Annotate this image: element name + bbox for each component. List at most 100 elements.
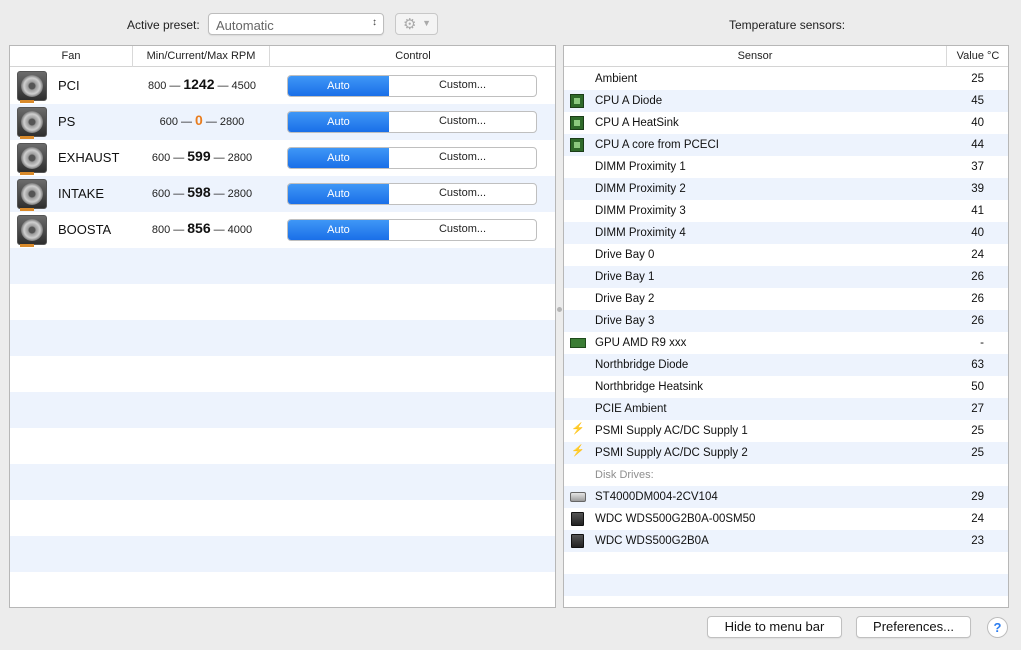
empty-row — [10, 392, 555, 428]
auto-button[interactable]: Auto — [288, 112, 389, 132]
hard-drive-icon — [570, 492, 586, 502]
control-segmented[interactable]: Auto Custom... — [287, 111, 537, 133]
sensor-row[interactable]: ⚡ PSMI Supply AC/DC Supply 2 25 — [564, 442, 1008, 464]
sensor-name: PSMI Supply AC/DC Supply 2 — [595, 447, 748, 459]
rpm-separator: — — [217, 80, 229, 92]
sensor-row[interactable]: WDC WDS500G2B0A-00SM50 24 — [564, 508, 1008, 530]
rpm-max: 4500 — [231, 80, 256, 92]
empty-row — [10, 248, 555, 284]
rpm-readout: 600—599—2800 — [133, 148, 271, 164]
sensor-value: 39 — [971, 183, 984, 195]
sensor-name: DIMM Proximity 1 — [595, 161, 686, 173]
sensors-table-header: Sensor Value °C — [564, 46, 1008, 67]
ssd-drive-icon — [571, 512, 584, 526]
sensor-row[interactable]: CPU A HeatSink 40 — [564, 112, 1008, 134]
sensor-row[interactable]: ⚡ PSMI Supply AC/DC Supply 1 25 — [564, 420, 1008, 442]
sensor-row[interactable]: GPU AMD R9 xxx - — [564, 332, 1008, 354]
column-header-sensor[interactable]: Sensor — [564, 46, 947, 67]
custom-button[interactable]: Custom... — [389, 220, 536, 240]
hide-to-menu-bar-button[interactable]: Hide to menu bar — [707, 616, 842, 638]
sensor-name: Drive Bay 0 — [595, 249, 655, 261]
gear-menu-button[interactable]: ⚙ ▼ — [395, 13, 438, 35]
custom-button[interactable]: Custom... — [389, 148, 536, 168]
fan-row: PS 600—0—2800 Auto Custom... — [10, 104, 555, 140]
sensor-value: 37 — [971, 161, 984, 173]
control-segmented[interactable]: Auto Custom... — [287, 75, 537, 97]
rpm-min: 800 — [148, 80, 167, 92]
auto-button[interactable]: Auto — [288, 184, 389, 204]
fan-row: INTAKE 600—598—2800 Auto Custom... — [10, 176, 555, 212]
sensor-row[interactable]: Drive Bay 2 26 — [564, 288, 1008, 310]
custom-button[interactable]: Custom... — [389, 76, 536, 96]
control-segmented[interactable]: Auto Custom... — [287, 219, 537, 241]
rpm-separator: — — [213, 224, 225, 236]
sensor-row[interactable]: DIMM Proximity 3 41 — [564, 200, 1008, 222]
sensor-name: Northbridge Heatsink — [595, 381, 704, 393]
fan-icon — [17, 143, 47, 175]
rpm-separator: — — [213, 152, 225, 164]
rpm-separator: — — [173, 152, 185, 164]
sensor-row[interactable]: Drive Bay 3 26 — [564, 310, 1008, 332]
sensor-value: 26 — [971, 315, 984, 327]
sensor-row[interactable]: Drive Bay 0 24 — [564, 244, 1008, 266]
sensor-row[interactable]: Northbridge Heatsink 50 — [564, 376, 1008, 398]
empty-row — [564, 574, 1008, 596]
rpm-readout: 800—856—4000 — [133, 220, 271, 236]
control-segmented[interactable]: Auto Custom... — [287, 147, 537, 169]
sensor-value: 27 — [971, 403, 984, 415]
sensor-row[interactable]: DIMM Proximity 1 37 — [564, 156, 1008, 178]
sensor-value: 29 — [971, 491, 984, 503]
splitter-handle[interactable] — [557, 307, 562, 312]
rpm-separator: — — [213, 188, 225, 200]
sensor-row[interactable]: DIMM Proximity 4 40 — [564, 222, 1008, 244]
sensor-row[interactable]: Ambient 25 — [564, 68, 1008, 90]
column-header-value[interactable]: Value °C — [947, 46, 1008, 67]
sensor-name: Ambient — [595, 73, 638, 85]
auto-button[interactable]: Auto — [288, 76, 389, 96]
rpm-separator: — — [181, 116, 193, 128]
custom-button[interactable]: Custom... — [389, 112, 536, 132]
sensor-row[interactable]: Northbridge Diode 63 — [564, 354, 1008, 376]
fan-row: PCI 800—1242—4500 Auto Custom... — [10, 68, 555, 104]
fan-rows: PCI 800—1242—4500 Auto Custom... PS 600—0—280… — [10, 68, 555, 607]
column-header-rpm[interactable]: Min/Current/Max RPM — [133, 46, 270, 67]
sensor-value: 24 — [971, 513, 984, 525]
sensor-name: ST4000DM004-2CV104 — [595, 491, 718, 503]
sensor-row[interactable]: WDC WDS500G2B0A 23 — [564, 530, 1008, 552]
rpm-min: 600 — [159, 116, 179, 128]
column-header-control[interactable]: Control — [270, 46, 555, 67]
rpm-separator: — — [173, 188, 185, 200]
sensor-row[interactable]: PCIE Ambient 27 — [564, 398, 1008, 420]
fan-icon — [17, 215, 47, 247]
empty-row — [10, 536, 555, 572]
sensor-row[interactable]: CPU A Diode 45 — [564, 90, 1008, 112]
sensor-name: DIMM Proximity 3 — [595, 205, 686, 217]
rpm-readout: 800—1242—4500 — [133, 76, 271, 92]
sensor-name: DIMM Proximity 2 — [595, 183, 686, 195]
chevron-down-icon: ▼ — [422, 18, 431, 28]
help-button[interactable]: ? — [987, 617, 1008, 638]
auto-button[interactable]: Auto — [288, 148, 389, 168]
sensor-row[interactable]: CPU A core from PCECI 44 — [564, 134, 1008, 156]
control-segmented[interactable]: Auto Custom... — [287, 183, 537, 205]
rpm-current: 856 — [187, 220, 211, 236]
chevron-updown-icon: ↕ — [372, 17, 377, 28]
preferences-button[interactable]: Preferences... — [856, 616, 971, 638]
sensor-row[interactable]: ST4000DM004-2CV104 29 — [564, 486, 1008, 508]
sensor-name: CPU A core from PCECI — [595, 139, 719, 151]
column-header-fan[interactable]: Fan — [10, 46, 133, 67]
empty-row — [10, 464, 555, 500]
fan-name: PS — [58, 114, 76, 129]
sensor-value: - — [980, 337, 984, 349]
sensor-name: DIMM Proximity 4 — [595, 227, 686, 239]
preset-select[interactable]: Automatic ↕ — [208, 13, 384, 35]
sensor-row[interactable]: DIMM Proximity 2 39 — [564, 178, 1008, 200]
sensor-row[interactable]: Drive Bay 1 26 — [564, 266, 1008, 288]
group-label: Disk Drives: — [595, 469, 654, 481]
empty-row — [10, 572, 555, 607]
auto-button[interactable]: Auto — [288, 220, 389, 240]
rpm-readout: 600—0—2800 — [133, 112, 271, 128]
sensor-name: CPU A Diode — [595, 95, 663, 107]
custom-button[interactable]: Custom... — [389, 184, 536, 204]
sensor-name: Northbridge Diode — [595, 359, 689, 371]
